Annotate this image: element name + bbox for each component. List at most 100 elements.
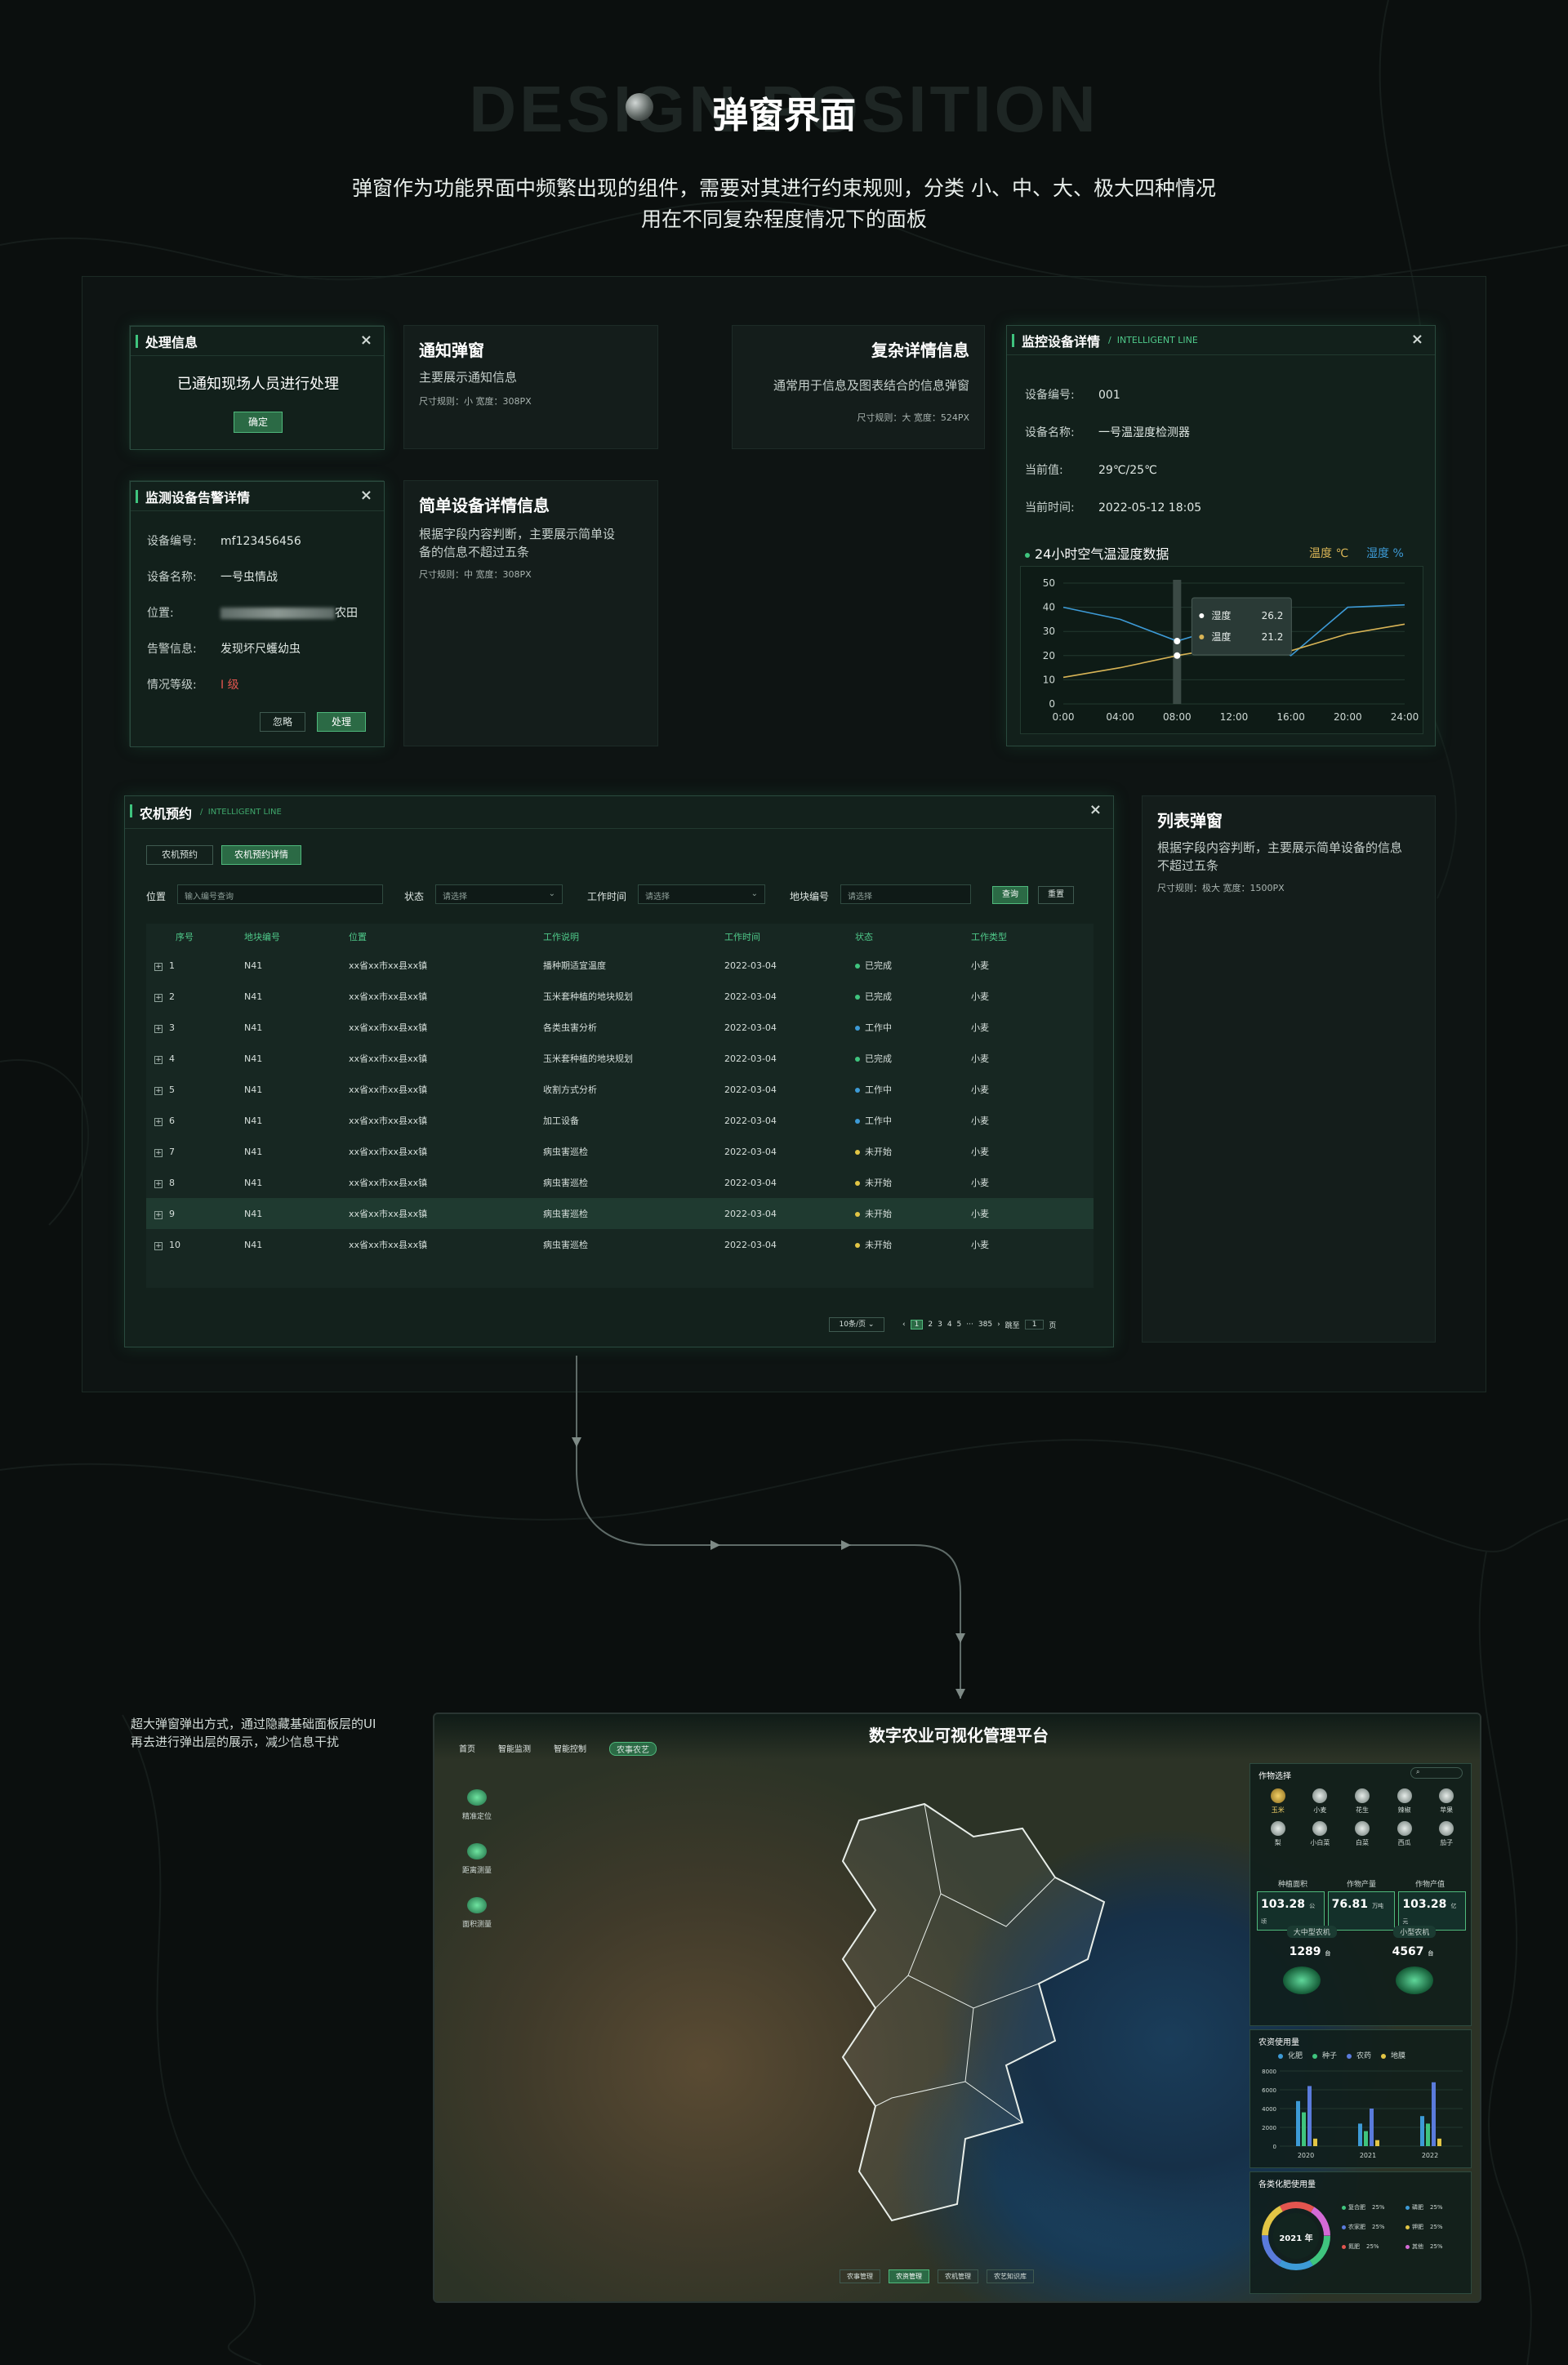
close-icon[interactable]: × <box>360 332 372 349</box>
crop-item[interactable]: 小麦 <box>1299 1788 1342 1815</box>
expand-icon[interactable]: + <box>154 1148 163 1157</box>
goto-input[interactable]: 1 <box>1024 1320 1045 1329</box>
expand-icon[interactable]: + <box>154 1117 163 1126</box>
nav-item-active[interactable]: 农事农艺 <box>609 1742 657 1756</box>
fertilizer-pct: 25% <box>1430 2243 1443 2250</box>
cell-text: 工作中 <box>865 1116 892 1126</box>
table-row[interactable]: +4 N41 xx省xx市xx县xx镇 玉米套种植的地块规划 2022-03-04 已完成… <box>146 1043 1094 1074</box>
page-button[interactable]: 2 <box>928 1321 933 1329</box>
x-tick-label: 2021 <box>1360 2152 1376 2159</box>
table-row[interactable]: +8 N41 xx省xx市xx县xx镇 病虫害巡检 2022-03-04 未开始 小麦 <box>146 1167 1094 1198</box>
page-button[interactable]: 385 <box>978 1321 992 1329</box>
confirm-button[interactable]: 确定 <box>234 412 283 433</box>
expand-icon[interactable]: + <box>154 962 163 971</box>
crop-item[interactable]: 茄子 <box>1425 1821 1468 1847</box>
crop-item[interactable]: 白菜 <box>1341 1821 1383 1847</box>
table-row[interactable]: +2 N41 xx省xx市xx县xx镇 玉米套种植的地块规划 2022-03-04 已完成… <box>146 981 1094 1012</box>
fertilizer-name: 农家肥 <box>1348 2224 1365 2230</box>
plot-select[interactable]: 请选择 <box>840 884 971 904</box>
reset-button[interactable]: 重置 <box>1038 886 1074 904</box>
close-icon[interactable]: × <box>1089 801 1102 818</box>
query-button[interactable]: 查询 <box>992 886 1028 904</box>
ignore-button[interactable]: 忽略 <box>260 712 305 732</box>
close-icon[interactable]: × <box>360 487 372 504</box>
table-row[interactable]: +3 N41 xx省xx市xx县xx镇 各类虫害分析 2022-03-04 工作中 小麦 <box>146 1012 1094 1043</box>
bottom-tab[interactable]: 农事管理 <box>840 2269 880 2283</box>
table-row[interactable]: +1 N41 xx省xx市xx县xx镇 播种期适宜温度 2022-03-04 已完成 小麦 <box>146 950 1094 981</box>
handle-button[interactable]: 处理 <box>317 712 366 732</box>
col-header: 工作说明 <box>543 932 579 942</box>
table-cell: 已完成 <box>855 950 971 981</box>
crop-item[interactable]: 玉米 <box>1257 1788 1299 1815</box>
tab-reservation-detail[interactable]: 农机预约详情 <box>221 845 301 865</box>
tab-reservation[interactable]: 农机预约 <box>146 845 213 865</box>
crop-item[interactable]: 西瓜 <box>1383 1821 1426 1847</box>
process-dialog-title: 处理信息 <box>145 334 198 350</box>
tool-locate[interactable]: 精准定位 <box>452 1789 501 1821</box>
table-row[interactable]: +9 N41 xx省xx市xx县xx镇 病虫害巡检 2022-03-04 未开始 小麦 <box>146 1198 1094 1229</box>
tool-distance[interactable]: 距离测量 <box>452 1843 501 1875</box>
time-select[interactable]: 请选择 ⌄ <box>638 884 765 904</box>
expand-icon[interactable]: + <box>154 993 163 1002</box>
nav-item[interactable]: 首页 <box>459 1742 475 1756</box>
location-input[interactable]: 输入编号查询 <box>177 884 383 904</box>
machine-values: 1289 台 4567 台 <box>1258 1945 1464 1958</box>
table-cell: 病虫害巡检 <box>543 1136 724 1167</box>
status-select[interactable]: 请选择 ⌄ <box>435 884 563 904</box>
bottom-tab-active[interactable]: 农资管理 <box>889 2269 929 2283</box>
fertilizer-pct: 25% <box>1366 2243 1379 2250</box>
nav-item[interactable]: 智能监测 <box>498 1742 531 1756</box>
alarm-row: 告警信息: 发现坏尺蠖幼虫 <box>147 640 301 657</box>
crop-item[interactable]: 花生 <box>1341 1788 1383 1815</box>
table-row[interactable]: +10 N41 xx省xx市xx县xx镇 病虫害巡检 2022-03-04 未开始 小麦 <box>146 1229 1094 1260</box>
crop-item[interactable]: 苹果 <box>1425 1788 1468 1815</box>
expand-icon[interactable]: + <box>154 1055 163 1064</box>
alarm-value: 农田 <box>335 607 358 620</box>
page-button[interactable]: 3 <box>938 1321 942 1329</box>
prev-page-icon[interactable]: ‹ <box>902 1321 906 1329</box>
legend-text: 农药 <box>1356 2052 1372 2060</box>
cell-text: 2022-03-04 <box>724 1146 777 1157</box>
expand-icon[interactable]: + <box>154 1086 163 1095</box>
legend-dot <box>1405 2205 1410 2210</box>
y-tick-label: 0 <box>1273 2144 1276 2150</box>
legend-hum: 湿度 % <box>1366 547 1404 560</box>
nav-item[interactable]: 智能控制 <box>554 1742 586 1756</box>
status-dot <box>855 1026 860 1031</box>
dashboard-screenshot: 数字农业可视化管理平台 首页 智能监测 智能控制 农事农艺 精准定位 距离测量 … <box>433 1713 1481 2303</box>
bar <box>1313 2138 1317 2146</box>
search-icon[interactable]: ⌕ <box>1410 1767 1463 1779</box>
bottom-tab[interactable]: 农艺知识库 <box>987 2269 1034 2283</box>
cell-text: xx省xx市xx县xx镇 <box>349 1116 428 1126</box>
filter-location-label: 位置 <box>146 891 167 902</box>
expand-icon[interactable]: + <box>154 1179 163 1188</box>
tooltip-dot <box>1199 613 1205 618</box>
page-button[interactable]: 5 <box>957 1321 962 1329</box>
table-cell: 已完成 <box>855 981 971 1012</box>
legend-item: 种子 <box>1312 2050 1337 2060</box>
expand-icon[interactable]: + <box>154 1024 163 1033</box>
page-size-select[interactable]: 10条/页 ⌄ <box>829 1317 884 1332</box>
tool-area[interactable]: 面积测量 <box>452 1897 501 1929</box>
bottom-tab[interactable]: 农机管理 <box>938 2269 978 2283</box>
process-card: 处理信息 × 已通知现场人员进行处理 确定 <box>129 325 385 450</box>
page-button[interactable]: 1 <box>910 1320 924 1329</box>
complex-size: 尺寸规则：大 宽度：524PX <box>857 412 969 423</box>
close-icon[interactable]: × <box>1411 331 1423 348</box>
cell-text: 病虫害巡检 <box>543 1240 588 1250</box>
expand-icon[interactable]: + <box>154 1210 163 1219</box>
expand-icon[interactable]: + <box>154 1241 163 1250</box>
table-cell: +8 <box>146 1167 244 1198</box>
ruler-icon <box>467 1843 487 1859</box>
crop-item[interactable]: 小白菜 <box>1299 1821 1342 1847</box>
table-cell: 2022-03-04 <box>724 950 855 981</box>
table-row[interactable]: +7 N41 xx省xx市xx县xx镇 病虫害巡检 2022-03-04 未开始 小麦 <box>146 1136 1094 1167</box>
tooltip-value: 21.2 <box>1262 631 1284 643</box>
table-row[interactable]: +6 N41 xx省xx市xx县xx镇 加工设备 2022-03-04 工作中 小麦 <box>146 1105 1094 1136</box>
crop-item[interactable]: 梨 <box>1257 1821 1299 1847</box>
table-row[interactable]: +5 N41 xx省xx市xx县xx镇 收割方式分析 2022-03-04 工作中 小麦 <box>146 1074 1094 1105</box>
crop-item[interactable]: 辣椒 <box>1383 1788 1426 1815</box>
next-page-icon[interactable]: › <box>997 1321 1000 1329</box>
page-button[interactable]: 4 <box>947 1321 952 1329</box>
table-cell: 各类虫害分析 <box>543 1012 724 1043</box>
